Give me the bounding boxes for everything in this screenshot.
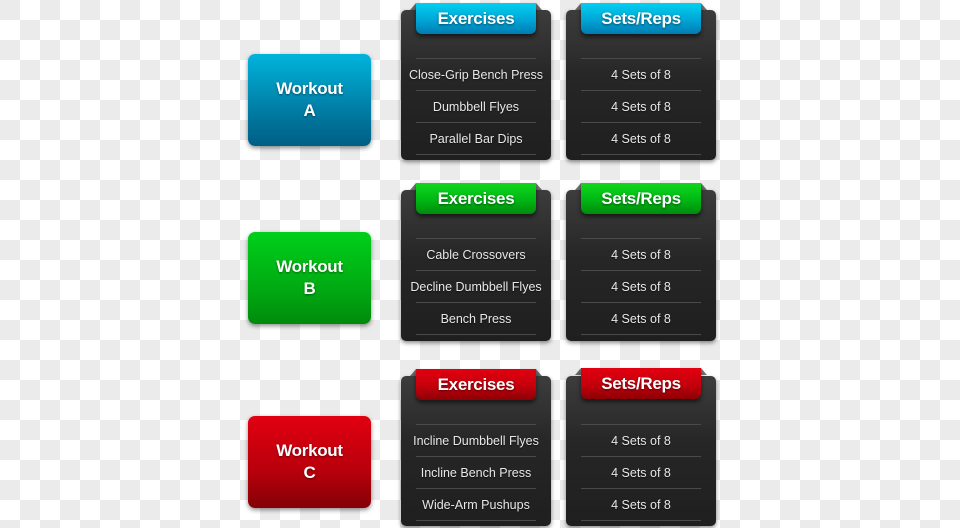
workout-b-letter: B bbox=[303, 279, 316, 298]
workout-a-sets-header: Sets/Reps bbox=[575, 3, 707, 34]
workout-a-exercises-header: Exercises bbox=[410, 3, 542, 34]
list-divider bbox=[416, 520, 536, 521]
exercise-item: Dumbbell Flyes bbox=[416, 90, 536, 122]
workout-c-title: Workout bbox=[276, 441, 343, 460]
workout-b-exercises-list: Cable Crossovers Decline Dumbbell Flyes … bbox=[410, 238, 542, 335]
workout-b-exercises-header: Exercises bbox=[410, 183, 542, 214]
exercise-item: Close-Grip Bench Press bbox=[409, 58, 543, 90]
workout-c-letter: C bbox=[303, 463, 316, 482]
workout-a-sets-panel: Sets/Reps 4 Sets of 8 4 Sets of 8 4 Sets… bbox=[566, 3, 716, 160]
sets-item: 4 Sets of 8 bbox=[581, 456, 701, 488]
workout-a-sets-list: 4 Sets of 8 4 Sets of 8 4 Sets of 8 bbox=[581, 58, 701, 155]
workout-b-exercises-panel: Exercises Cable Crossovers Decline Dumbb… bbox=[401, 183, 551, 341]
workout-b-button[interactable]: Workout B bbox=[248, 232, 371, 324]
sets-item: 4 Sets of 8 bbox=[581, 302, 701, 334]
exercise-item: Cable Crossovers bbox=[416, 238, 536, 270]
exercise-item: Bench Press bbox=[416, 302, 536, 334]
exercise-item: Incline Dumbbell Flyes bbox=[413, 424, 539, 456]
workout-a-exercises-panel: Exercises Close-Grip Bench Press Dumbbel… bbox=[401, 3, 551, 160]
list-divider bbox=[416, 154, 536, 155]
exercise-item: Wide-Arm Pushups bbox=[416, 488, 536, 520]
workout-a-letter: A bbox=[303, 101, 316, 120]
sets-item: 4 Sets of 8 bbox=[581, 58, 701, 90]
sets-item: 4 Sets of 8 bbox=[581, 488, 701, 520]
list-divider bbox=[581, 520, 701, 521]
workout-c-sets-panel: Sets/Reps 4 Sets of 8 4 Sets of 8 4 Sets… bbox=[566, 368, 716, 526]
workout-c-exercises-header: Exercises bbox=[410, 369, 542, 400]
exercise-item: Incline Bench Press bbox=[416, 456, 536, 488]
sets-item: 4 Sets of 8 bbox=[581, 90, 701, 122]
workout-b-title: Workout bbox=[276, 257, 343, 276]
sets-item: 4 Sets of 8 bbox=[581, 238, 701, 270]
workout-b-sets-panel: Sets/Reps 4 Sets of 8 4 Sets of 8 4 Sets… bbox=[566, 183, 716, 341]
sets-item: 4 Sets of 8 bbox=[581, 424, 701, 456]
workout-c-sets-list: 4 Sets of 8 4 Sets of 8 4 Sets of 8 bbox=[581, 424, 701, 521]
workout-c-exercises-panel: Exercises Incline Dumbbell Flyes Incline… bbox=[401, 369, 551, 526]
sets-item: 4 Sets of 8 bbox=[581, 122, 701, 154]
workout-a-button[interactable]: Workout A bbox=[248, 54, 371, 146]
exercise-item: Parallel Bar Dips bbox=[416, 122, 536, 154]
list-divider bbox=[416, 334, 536, 335]
workout-a-exercises-list: Close-Grip Bench Press Dumbbell Flyes Pa… bbox=[409, 58, 543, 155]
list-divider bbox=[581, 334, 701, 335]
workout-c-exercises-list: Incline Dumbbell Flyes Incline Bench Pre… bbox=[413, 424, 539, 521]
sets-item: 4 Sets of 8 bbox=[581, 270, 701, 302]
exercise-item: Decline Dumbbell Flyes bbox=[410, 270, 542, 302]
workout-a-title: Workout bbox=[276, 79, 343, 98]
workout-b-sets-list: 4 Sets of 8 4 Sets of 8 4 Sets of 8 bbox=[581, 238, 701, 335]
workout-b-sets-header: Sets/Reps bbox=[575, 183, 707, 214]
workout-c-button[interactable]: Workout C bbox=[248, 416, 371, 508]
list-divider bbox=[581, 154, 701, 155]
workout-c-sets-header: Sets/Reps bbox=[575, 368, 707, 399]
